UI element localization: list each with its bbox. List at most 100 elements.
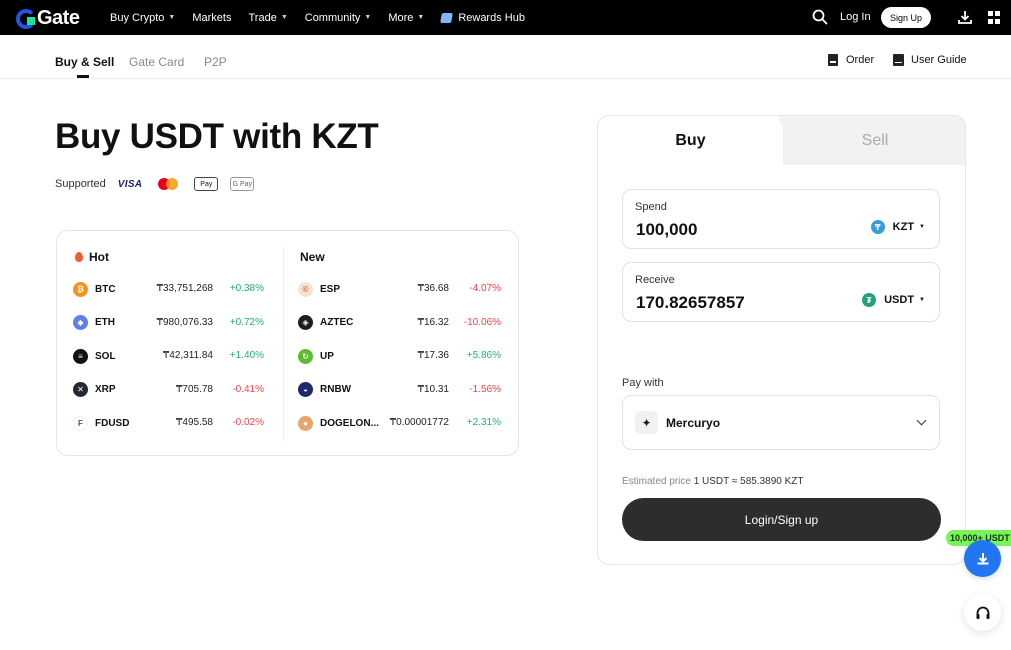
book-icon: [893, 54, 904, 66]
tab-gate-card[interactable]: Gate Card: [129, 55, 184, 69]
headset-icon: [976, 606, 989, 619]
market-row[interactable]: ◒ RNBW: [298, 382, 351, 398]
tab-sell[interactable]: Sell: [783, 116, 965, 165]
nav-item-label: Community: [304, 11, 361, 24]
app-download-button[interactable]: [964, 540, 1001, 577]
column-divider: [283, 247, 284, 442]
nav-item-label: Buy Crypto: [110, 11, 165, 24]
caret-down-icon: ▼: [919, 224, 925, 230]
signup-button[interactable]: Sign Up: [881, 7, 931, 28]
apple-pay-text: Pay: [200, 180, 213, 188]
market-row[interactable]: ≡ SOL: [73, 348, 116, 364]
coin-price: ₸33,751,268: [156, 283, 213, 294]
coin-price: ₸17.36: [417, 350, 449, 361]
market-row[interactable]: F FDUSD: [73, 415, 129, 431]
coin-change: -4.07%: [469, 283, 501, 294]
coin-change: -0.02%: [232, 417, 264, 428]
new-header: New: [300, 250, 325, 264]
market-row[interactable]: ₿ BTC: [73, 281, 116, 297]
apps-grid-icon[interactable]: [988, 11, 1001, 24]
spend-amount-input[interactable]: 100,000: [636, 220, 697, 240]
coin-change: +0.72%: [229, 316, 264, 328]
login-signup-button[interactable]: Login/Sign up: [622, 498, 941, 541]
receive-field[interactable]: Receive 170.82657857 ₮ USDT ▼: [622, 262, 940, 322]
nav-item-label: More: [388, 11, 414, 24]
google-pay-text: G Pay: [232, 180, 253, 188]
tab-buy[interactable]: Buy: [598, 116, 783, 166]
nav-item-label: Markets: [192, 11, 232, 24]
coin-symbol: AZTEC: [320, 317, 354, 328]
coin-change: +2.31%: [466, 417, 501, 428]
hot-label: Hot: [89, 250, 109, 264]
sub-nav: Buy & Sell Gate Card P2P Order User Guid…: [0, 35, 1011, 79]
tab-p2p[interactable]: P2P: [204, 55, 227, 69]
receive-currency-selector[interactable]: ₮ USDT ▼: [862, 293, 925, 307]
coin-change: +1.40%: [229, 350, 264, 361]
coin-price: ₸705.78: [176, 383, 213, 395]
payment-provider-select[interactable]: ✦ Mercuryo: [622, 395, 940, 450]
receive-amount-input[interactable]: 170.82657857: [636, 293, 745, 313]
top-nav: Gate Buy Crypto ▼ Markets Trade ▼ Communit…: [0, 0, 1011, 35]
user-guide-link[interactable]: User Guide: [893, 54, 967, 66]
dogelon-coin-icon: ●: [298, 415, 313, 431]
caret-down-icon: ▼: [919, 297, 925, 303]
google-pay-icon: G Pay: [230, 177, 255, 191]
search-icon[interactable]: [812, 9, 828, 25]
nav-markets[interactable]: Markets: [192, 12, 231, 24]
caret-down-icon: ▼: [364, 14, 372, 21]
active-tab-indicator: [77, 75, 89, 78]
market-card: Hot New ₿ BTC ₸33,751,268 +0.38% ◆ ETH ₸980,07…: [56, 230, 519, 456]
provider-name: Mercuryo: [666, 415, 721, 430]
mercuryo-logo-icon: ✦: [635, 411, 658, 434]
support-button[interactable]: [964, 594, 1001, 631]
visa-icon: VISA: [117, 178, 143, 190]
spend-field[interactable]: Spend 100,000 ₸ KZT ▼: [622, 189, 940, 249]
market-row[interactable]: ↻ UP: [298, 348, 334, 364]
coin-price: ₸980,076.33: [156, 316, 213, 328]
nav-community[interactable]: Community ▼: [305, 12, 372, 24]
coin-change: +5.86%: [466, 350, 501, 361]
coin-symbol: ETH: [95, 317, 115, 328]
market-row[interactable]: ◆ ETH: [73, 315, 115, 331]
supported-label: Supported: [55, 178, 106, 190]
tab-buy-sell[interactable]: Buy & Sell: [55, 55, 114, 69]
nav-more[interactable]: More ▼: [388, 12, 424, 24]
fdusd-coin-icon: F: [73, 415, 88, 431]
order-document-icon: [828, 54, 838, 66]
caret-down-icon: ▼: [280, 14, 288, 21]
main-menu: Buy Crypto ▼ Markets Trade ▼ Community ▼ Mo…: [110, 0, 542, 35]
nav-trade[interactable]: Trade ▼: [248, 12, 287, 24]
coin-symbol: XRP: [95, 384, 116, 395]
coin-price: ₸36.68: [417, 283, 449, 294]
login-link[interactable]: Log In: [840, 11, 871, 23]
receive-label: Receive: [635, 274, 675, 286]
coin-symbol: BTC: [95, 283, 116, 295]
download-icon[interactable]: [957, 9, 973, 25]
supported-payments: Supported VISA Pay G Pay: [55, 177, 266, 191]
market-row[interactable]: ✕ XRP: [73, 382, 116, 398]
coin-symbol: DOGELON...: [320, 417, 379, 429]
market-row[interactable]: ◈ AZTEC: [298, 315, 353, 331]
mastercard-icon: [158, 177, 180, 191]
eth-coin-icon: ◆: [73, 315, 88, 330]
coin-price: ₸0.00001772: [389, 417, 449, 428]
market-row[interactable]: ● DOGELON...: [298, 415, 379, 431]
hot-header: Hot: [75, 250, 109, 264]
receive-currency-label: USDT: [884, 294, 915, 306]
xrp-coin-icon: ✕: [73, 382, 88, 397]
up-coin-icon: ↻: [298, 348, 313, 364]
order-link[interactable]: Order: [828, 54, 874, 66]
spend-currency-selector[interactable]: ₸ KZT ▼: [870, 220, 925, 234]
nav-buy-crypto[interactable]: Buy Crypto ▼: [110, 12, 175, 24]
market-row[interactable]: © ESP: [298, 281, 340, 297]
nav-item-label: Trade: [248, 11, 277, 24]
page-title: Buy USDT with KZT: [55, 117, 379, 156]
coin-price: ₸42,311.84: [162, 350, 213, 361]
gate-logo[interactable]: Gate: [16, 7, 80, 30]
gem-icon: [440, 12, 454, 23]
spend-currency-label: KZT: [892, 221, 915, 233]
nav-rewards-hub[interactable]: Rewards Hub: [440, 11, 525, 24]
order-label: Order: [846, 54, 875, 66]
aztec-coin-icon: ◈: [298, 315, 313, 330]
nav-item-label: Rewards Hub: [458, 11, 525, 24]
